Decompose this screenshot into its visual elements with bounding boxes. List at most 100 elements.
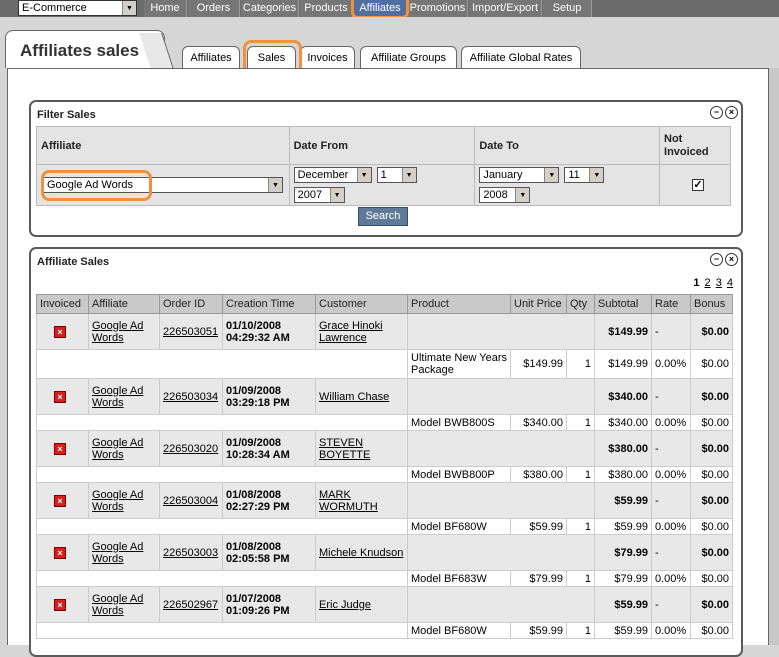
col-invoiced[interactable]: Invoiced xyxy=(36,294,89,314)
customer-link[interactable]: Eric Judge xyxy=(315,586,408,623)
sale-bonus: $0.00 xyxy=(690,534,733,571)
not-invoiced-icon: × xyxy=(54,390,66,403)
affiliate-link[interactable]: Google Ad Words xyxy=(88,313,160,350)
customer-link[interactable]: William Chase xyxy=(315,378,408,415)
to-month-select[interactable]: January ▼ xyxy=(479,167,560,183)
customer-link[interactable]: STEVEN BOYETTE xyxy=(315,430,408,467)
empty-cell xyxy=(407,430,595,467)
affiliate-link[interactable]: Google Ad Words xyxy=(88,534,160,571)
close-icon[interactable]: × xyxy=(725,106,738,119)
col-creation-time[interactable]: Creation Time xyxy=(222,294,316,314)
col-qty[interactable]: Qty xyxy=(566,294,595,314)
search-button[interactable]: Search xyxy=(358,207,408,226)
tab-affiliate-global-rates[interactable]: Affiliate Global Rates xyxy=(461,46,581,68)
chevron-down-icon[interactable]: ▼ xyxy=(329,188,344,202)
chevron-down-icon[interactable]: ▼ xyxy=(515,188,530,202)
nav-products[interactable]: Products xyxy=(300,0,353,17)
sale-row: × Google Ad Words 226503020 01/09/2008 10… xyxy=(36,430,733,467)
item-qty: 1 xyxy=(566,466,595,483)
not-invoiced-checkbox[interactable]: ✓ xyxy=(692,179,705,191)
col-subtotal[interactable]: Subtotal xyxy=(594,294,652,314)
item-subtotal: $149.99 xyxy=(594,349,652,379)
nav-setup[interactable]: Setup xyxy=(543,0,592,17)
order-id-link[interactable]: 226503003 xyxy=(159,534,223,571)
affiliate-highlight xyxy=(41,170,152,201)
page-link-2[interactable]: 2 xyxy=(705,277,711,289)
chevron-down-icon[interactable]: ▼ xyxy=(401,168,416,182)
order-id-link[interactable]: 226503004 xyxy=(159,482,223,519)
order-id-link[interactable]: 226503051 xyxy=(159,313,223,350)
nav-home[interactable]: Home xyxy=(144,0,187,17)
customer-link[interactable]: Grace Hinoki Lawrence xyxy=(315,313,408,350)
col-rate[interactable]: Rate xyxy=(651,294,691,314)
store-select[interactable]: E-Commerce ▼ xyxy=(18,0,137,16)
col-customer[interactable]: Customer xyxy=(315,294,408,314)
empty-cell xyxy=(36,518,408,535)
not-invoiced-icon: × xyxy=(54,442,66,455)
to-year-select[interactable]: 2008 ▼ xyxy=(479,187,531,203)
item-product: Model BF680W xyxy=(407,622,511,639)
nav-orders[interactable]: Orders xyxy=(188,0,240,17)
not-invoiced-icon: × xyxy=(54,546,66,559)
to-day-value: 11 xyxy=(568,169,580,181)
nav-import-export[interactable]: Import/Export xyxy=(469,0,542,17)
col-affiliate[interactable]: Affiliate xyxy=(88,294,160,314)
order-id-link[interactable]: 226503034 xyxy=(159,378,223,415)
collapse-icon[interactable]: − xyxy=(710,106,723,119)
page-link-1[interactable]: 1 xyxy=(693,277,699,289)
chevron-down-icon[interactable]: ▼ xyxy=(122,1,136,15)
from-day-select[interactable]: 1 ▼ xyxy=(376,167,417,183)
sale-rate: - xyxy=(651,430,691,467)
col-unit-price[interactable]: Unit Price xyxy=(510,294,567,314)
filter-table: Affiliate Date From Date To Not Invoiced… xyxy=(36,126,731,206)
affiliate-link[interactable]: Google Ad Words xyxy=(88,430,160,467)
tab-invoices[interactable]: Invoices xyxy=(300,46,355,68)
customer-link[interactable]: Michele Knudson xyxy=(315,534,408,571)
empty-cell xyxy=(407,586,595,623)
tab-affiliate-groups[interactable]: Affiliate Groups xyxy=(360,46,457,68)
from-year-value: 2007 xyxy=(297,189,323,201)
page-link-3[interactable]: 3 xyxy=(716,277,722,289)
item-unit-price: $59.99 xyxy=(510,518,567,535)
not-invoiced-icon: × xyxy=(54,494,66,507)
page-title: Affiliates sales xyxy=(5,30,165,68)
item-bonus: $0.00 xyxy=(690,349,733,379)
collapse-icon[interactable]: − xyxy=(710,253,723,266)
page-link-4[interactable]: 4 xyxy=(727,277,733,289)
col-order-id[interactable]: Order ID xyxy=(159,294,223,314)
affiliate-link[interactable]: Google Ad Words xyxy=(88,482,160,519)
item-product: Model BWB800S xyxy=(407,414,511,431)
to-day-select[interactable]: 11 ▼ xyxy=(564,167,605,183)
chevron-down-icon[interactable]: ▼ xyxy=(268,178,282,192)
tab-affiliates[interactable]: Affiliates xyxy=(182,46,240,68)
nav-promotions[interactable]: Promotions xyxy=(408,0,468,17)
customer-link[interactable]: MARK WORMUTH xyxy=(315,482,408,519)
item-qty: 1 xyxy=(566,570,595,587)
order-id-link[interactable]: 226502967 xyxy=(159,586,223,623)
chevron-down-icon[interactable]: ▼ xyxy=(544,168,559,182)
col-bonus[interactable]: Bonus xyxy=(690,294,733,314)
sales-table-header: Invoiced Affiliate Order ID Creation Tim… xyxy=(36,294,733,314)
pagination: 1 2 3 4 xyxy=(691,277,733,289)
from-year-select[interactable]: 2007 ▼ xyxy=(293,187,345,203)
creation-date: 01/08/2008 xyxy=(226,488,282,501)
chevron-down-icon[interactable]: ▼ xyxy=(589,168,604,182)
affiliate-link[interactable]: Google Ad Words xyxy=(88,586,160,623)
not-invoiced-icon: × xyxy=(54,598,66,611)
chevron-down-icon[interactable]: ▼ xyxy=(356,168,371,182)
item-row: Model BF680W $59.99 1 $59.99 0.00% $0.00 xyxy=(36,622,733,639)
vertical-scrollbar[interactable] xyxy=(769,68,779,645)
sale-bonus: $0.00 xyxy=(690,313,733,350)
item-rate: 0.00% xyxy=(651,518,691,535)
creation-date: 01/08/2008 xyxy=(226,540,282,553)
col-product[interactable]: Product xyxy=(407,294,511,314)
sale-row: × Google Ad Words 226503004 01/08/2008 02… xyxy=(36,482,733,519)
sale-rate: - xyxy=(651,482,691,519)
nav-categories[interactable]: Categories xyxy=(241,0,299,17)
affiliate-cell: Google Ad Words ▼ xyxy=(36,164,290,206)
affiliate-link[interactable]: Google Ad Words xyxy=(88,378,160,415)
order-id-link[interactable]: 226503020 xyxy=(159,430,223,467)
close-icon[interactable]: × xyxy=(725,253,738,266)
item-product: Model BWB800P xyxy=(407,466,511,483)
from-month-select[interactable]: December ▼ xyxy=(293,167,372,183)
